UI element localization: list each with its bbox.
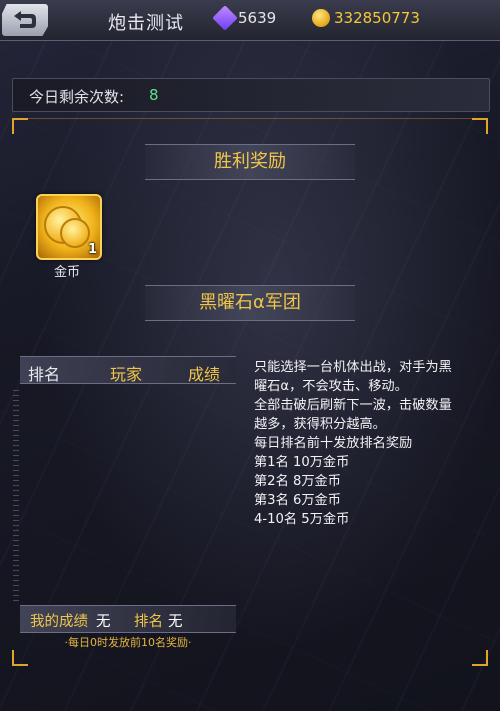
reward-item-gold[interactable]: 1 xyxy=(36,194,102,260)
my-rank-label: 排名 xyxy=(134,614,163,630)
my-score-value: 无 xyxy=(96,614,111,630)
ranking-col-player: 玩家 xyxy=(110,365,143,384)
rules-text: 只能选择一台机体出战，对手为黑 曜石α，不会攻击、移动。 全部击破后刷新下一波，… xyxy=(254,358,479,529)
my-rank-value: 无 xyxy=(168,614,183,630)
frame-divider xyxy=(28,118,472,119)
frame-corner xyxy=(472,650,488,666)
rules-line: 第1名 10万金币 xyxy=(254,455,350,470)
my-score-label: 我的成绩 xyxy=(30,614,88,630)
rules-line: 全部击破后刷新下一波，击破数量 xyxy=(254,398,452,413)
rules-line: 只能选择一台机体出战，对手为黑 xyxy=(254,360,452,375)
rules-line: 第3名 6万金币 xyxy=(254,493,341,508)
frame-corner xyxy=(12,118,28,134)
legion-title: 黑曜石α军团 xyxy=(145,285,355,321)
gem-amount: 5639 xyxy=(238,9,277,27)
ranking-col-rank: 排名 xyxy=(28,365,61,384)
remaining-value: 8 xyxy=(149,86,159,104)
top-bar: 炮击测试 5639 332850773 xyxy=(0,0,500,41)
remaining-label: 今日剩余次数: xyxy=(29,88,125,106)
gem-icon xyxy=(212,5,238,31)
gold-amount: 332850773 xyxy=(334,9,420,27)
reward-item-name: 金币 xyxy=(53,265,80,280)
reward-note: ·每日0时发放前10名奖励· xyxy=(64,636,192,649)
gold-counter: 332850773 xyxy=(312,6,457,30)
my-result-bar: 我的成绩 无 排名 无 xyxy=(20,605,236,633)
rules-line: 4-10名 5万金币 xyxy=(254,512,350,527)
rules-line: 第2名 8万金币 xyxy=(254,474,341,489)
ranking-header: 排名 玩家 成绩 xyxy=(20,356,236,384)
ranking-col-score: 成绩 xyxy=(188,365,221,384)
gem-counter: 5639 xyxy=(212,5,306,31)
remaining-attempts-bar: 今日剩余次数: 8 xyxy=(12,78,490,112)
ranking-scrollbar[interactable] xyxy=(13,390,19,602)
rules-line: 每日排名前十发放排名奖励 xyxy=(254,436,413,451)
rules-line: 越多，获得积分越高。 xyxy=(254,417,386,432)
reward-count: 1 xyxy=(87,242,97,257)
rules-line: 曜石α，不会攻击、移动。 xyxy=(254,379,408,394)
frame-corner xyxy=(472,118,488,134)
back-button[interactable] xyxy=(2,4,48,36)
gold-coin-small-icon xyxy=(60,218,90,248)
frame-corner xyxy=(12,650,28,666)
back-arrow-icon xyxy=(14,11,36,28)
gold-coin-icon xyxy=(312,9,330,27)
page-title: 炮击测试 xyxy=(108,13,184,34)
victory-reward-title: 胜利奖励 xyxy=(145,144,355,180)
